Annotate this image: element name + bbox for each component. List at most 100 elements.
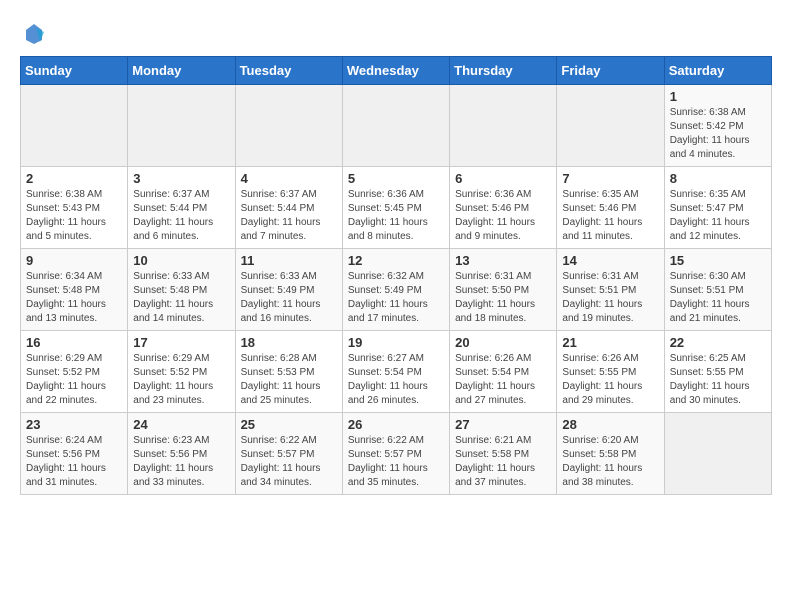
day-number: 6 [455, 171, 551, 186]
calendar-cell: 26 Sunrise: 6:22 AM Sunset: 5:57 PM Dayli… [342, 413, 449, 495]
day-number: 3 [133, 171, 229, 186]
calendar-cell [21, 85, 128, 167]
calendar-cell: 19 Sunrise: 6:27 AM Sunset: 5:54 PM Dayli… [342, 331, 449, 413]
calendar-cell: 9 Sunrise: 6:34 AM Sunset: 5:48 PM Daylig… [21, 249, 128, 331]
day-number: 16 [26, 335, 122, 350]
calendar-week-4: 16 Sunrise: 6:29 AM Sunset: 5:52 PM Dayli… [21, 331, 772, 413]
calendar-cell: 27 Sunrise: 6:21 AM Sunset: 5:58 PM Dayli… [450, 413, 557, 495]
day-info: Sunrise: 6:26 AM Sunset: 5:54 PM Dayligh… [455, 352, 551, 408]
day-number: 18 [241, 335, 337, 350]
calendar-cell: 1 Sunrise: 6:38 AM Sunset: 5:42 PM Daylig… [664, 85, 771, 167]
day-info: Sunrise: 6:33 AM Sunset: 5:48 PM Dayligh… [133, 270, 229, 326]
day-info: Sunrise: 6:34 AM Sunset: 5:48 PM Dayligh… [26, 270, 122, 326]
calendar-cell: 8Sunrise: 6:35 AM Sunset: 5:47 PM Daylig… [664, 167, 771, 249]
day-number: 21 [562, 335, 658, 350]
day-number: 17 [133, 335, 229, 350]
day-info: Sunrise: 6:26 AM Sunset: 5:55 PM Dayligh… [562, 352, 658, 408]
day-info: Sunrise: 6:21 AM Sunset: 5:58 PM Dayligh… [455, 434, 551, 490]
day-header-thursday: Thursday [450, 57, 557, 85]
day-number: 26 [348, 417, 444, 432]
calendar-cell [557, 85, 664, 167]
day-number: 20 [455, 335, 551, 350]
calendar-cell [664, 413, 771, 495]
day-header-wednesday: Wednesday [342, 57, 449, 85]
calendar-cell: 14 Sunrise: 6:31 AM Sunset: 5:51 PM Dayli… [557, 249, 664, 331]
day-header-friday: Friday [557, 57, 664, 85]
day-info: Sunrise: 6:35 AM Sunset: 5:46 PM Dayligh… [562, 188, 658, 244]
calendar-cell: 7 Sunrise: 6:35 AM Sunset: 5:46 PM Daylig… [557, 167, 664, 249]
day-info: Sunrise: 6:37 AM Sunset: 5:44 PM Dayligh… [241, 188, 337, 244]
day-info: Sunrise: 6:38 AM Sunset: 5:43 PM Dayligh… [26, 188, 122, 244]
calendar-cell: 21 Sunrise: 6:26 AM Sunset: 5:55 PM Dayli… [557, 331, 664, 413]
page-header [20, 20, 772, 46]
day-header-saturday: Saturday [664, 57, 771, 85]
day-number: 13 [455, 253, 551, 268]
day-number: 25 [241, 417, 337, 432]
calendar-cell: 28 Sunrise: 6:20 AM Sunset: 5:58 PM Dayli… [557, 413, 664, 495]
day-number: 11 [241, 253, 337, 268]
calendar-cell: 22Sunrise: 6:25 AM Sunset: 5:55 PM Dayli… [664, 331, 771, 413]
calendar-week-3: 9 Sunrise: 6:34 AM Sunset: 5:48 PM Daylig… [21, 249, 772, 331]
day-info: Sunrise: 6:30 AM Sunset: 5:51 PM Dayligh… [670, 270, 766, 326]
calendar-cell: 25 Sunrise: 6:22 AM Sunset: 5:57 PM Dayli… [235, 413, 342, 495]
calendar-cell: 15 Sunrise: 6:30 AM Sunset: 5:51 PM Dayli… [664, 249, 771, 331]
day-info: Sunrise: 6:22 AM Sunset: 5:57 PM Dayligh… [348, 434, 444, 490]
calendar-cell: 4Sunrise: 6:37 AM Sunset: 5:44 PM Daylig… [235, 167, 342, 249]
logo-icon [22, 22, 46, 46]
day-header-tuesday: Tuesday [235, 57, 342, 85]
calendar-cell: 2 Sunrise: 6:38 AM Sunset: 5:43 PM Daylig… [21, 167, 128, 249]
day-info: Sunrise: 6:36 AM Sunset: 5:45 PM Dayligh… [348, 188, 444, 244]
calendar-cell: 3 Sunrise: 6:37 AM Sunset: 5:44 PM Daylig… [128, 167, 235, 249]
calendar-cell: 23Sunrise: 6:24 AM Sunset: 5:56 PM Dayli… [21, 413, 128, 495]
day-number: 2 [26, 171, 122, 186]
calendar-week-2: 2 Sunrise: 6:38 AM Sunset: 5:43 PM Daylig… [21, 167, 772, 249]
calendar-cell: 12 Sunrise: 6:32 AM Sunset: 5:49 PM Dayli… [342, 249, 449, 331]
day-number: 28 [562, 417, 658, 432]
calendar-cell: 5 Sunrise: 6:36 AM Sunset: 5:45 PM Daylig… [342, 167, 449, 249]
day-number: 12 [348, 253, 444, 268]
day-number: 19 [348, 335, 444, 350]
calendar-week-5: 23Sunrise: 6:24 AM Sunset: 5:56 PM Dayli… [21, 413, 772, 495]
calendar-cell: 20 Sunrise: 6:26 AM Sunset: 5:54 PM Dayli… [450, 331, 557, 413]
day-info: Sunrise: 6:27 AM Sunset: 5:54 PM Dayligh… [348, 352, 444, 408]
day-number: 9 [26, 253, 122, 268]
day-info: Sunrise: 6:20 AM Sunset: 5:58 PM Dayligh… [562, 434, 658, 490]
day-number: 24 [133, 417, 229, 432]
day-info: Sunrise: 6:33 AM Sunset: 5:49 PM Dayligh… [241, 270, 337, 326]
calendar-cell [342, 85, 449, 167]
day-info: Sunrise: 6:36 AM Sunset: 5:46 PM Dayligh… [455, 188, 551, 244]
day-number: 27 [455, 417, 551, 432]
calendar-cell [128, 85, 235, 167]
day-header-sunday: Sunday [21, 57, 128, 85]
day-number: 8 [670, 171, 766, 186]
day-number: 23 [26, 417, 122, 432]
day-info: Sunrise: 6:23 AM Sunset: 5:56 PM Dayligh… [133, 434, 229, 490]
day-info: Sunrise: 6:37 AM Sunset: 5:44 PM Dayligh… [133, 188, 229, 244]
day-number: 15 [670, 253, 766, 268]
calendar-cell: 6 Sunrise: 6:36 AM Sunset: 5:46 PM Daylig… [450, 167, 557, 249]
day-number: 10 [133, 253, 229, 268]
day-info: Sunrise: 6:29 AM Sunset: 5:52 PM Dayligh… [133, 352, 229, 408]
day-header-monday: Monday [128, 57, 235, 85]
day-info: Sunrise: 6:31 AM Sunset: 5:50 PM Dayligh… [455, 270, 551, 326]
day-info: Sunrise: 6:32 AM Sunset: 5:49 PM Dayligh… [348, 270, 444, 326]
day-info: Sunrise: 6:28 AM Sunset: 5:53 PM Dayligh… [241, 352, 337, 408]
calendar-week-1: 1 Sunrise: 6:38 AM Sunset: 5:42 PM Daylig… [21, 85, 772, 167]
header-row: SundayMondayTuesdayWednesdayThursdayFrid… [21, 57, 772, 85]
logo [20, 20, 46, 46]
day-number: 5 [348, 171, 444, 186]
day-number: 14 [562, 253, 658, 268]
day-info: Sunrise: 6:22 AM Sunset: 5:57 PM Dayligh… [241, 434, 337, 490]
day-info: Sunrise: 6:38 AM Sunset: 5:42 PM Dayligh… [670, 106, 766, 162]
day-number: 1 [670, 89, 766, 104]
calendar-table: SundayMondayTuesdayWednesdayThursdayFrid… [20, 56, 772, 495]
calendar-cell: 13 Sunrise: 6:31 AM Sunset: 5:50 PM Dayli… [450, 249, 557, 331]
calendar-cell: 11 Sunrise: 6:33 AM Sunset: 5:49 PM Dayli… [235, 249, 342, 331]
day-number: 22 [670, 335, 766, 350]
day-info: Sunrise: 6:31 AM Sunset: 5:51 PM Dayligh… [562, 270, 658, 326]
day-info: Sunrise: 6:29 AM Sunset: 5:52 PM Dayligh… [26, 352, 122, 408]
day-number: 7 [562, 171, 658, 186]
calendar-cell: 18 Sunrise: 6:28 AM Sunset: 5:53 PM Dayli… [235, 331, 342, 413]
logo-text [20, 20, 46, 46]
calendar-cell [235, 85, 342, 167]
